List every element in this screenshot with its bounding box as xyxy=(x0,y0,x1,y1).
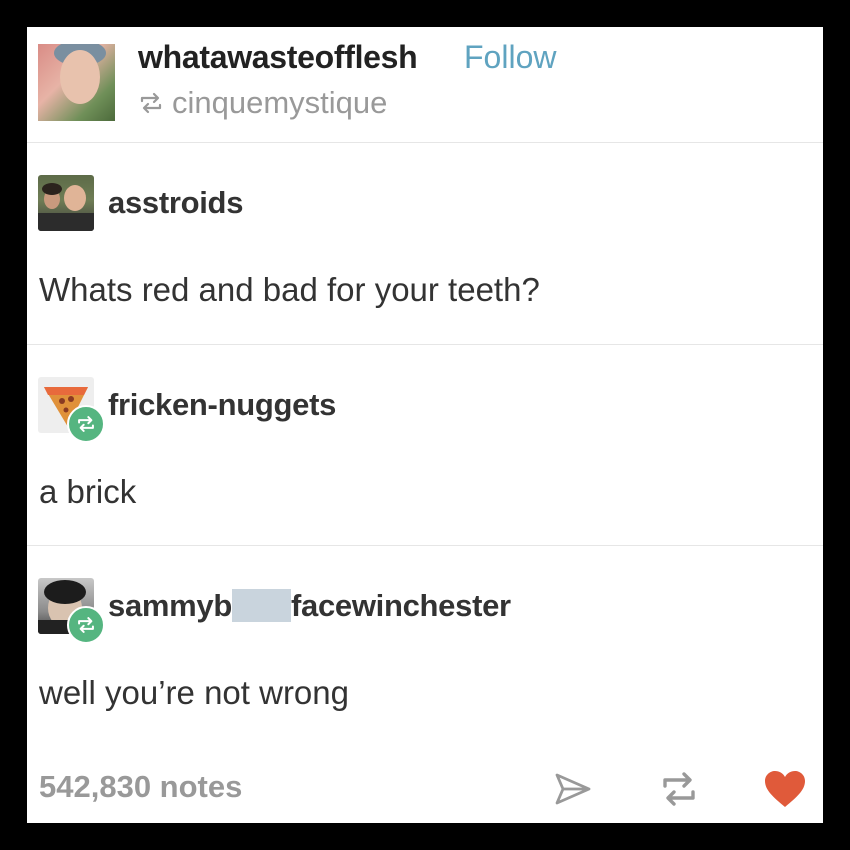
entry-text: a brick xyxy=(39,473,137,510)
entry-username[interactable]: fricken-nuggets xyxy=(108,387,336,423)
reblog-entry: sammyb facewinchester well you’re not wro… xyxy=(27,546,823,758)
reblogged-from[interactable]: cinquemystique xyxy=(138,85,387,121)
reblog-badge-icon xyxy=(67,606,105,644)
avatar[interactable] xyxy=(38,578,105,644)
heart-icon xyxy=(765,771,805,807)
redaction-box xyxy=(232,589,291,622)
post-footer: 542,830 notes xyxy=(27,759,823,823)
entry-username[interactable]: asstroids xyxy=(108,185,243,221)
share-button[interactable] xyxy=(551,767,595,811)
entry-text: Whats red and bad for your teeth? xyxy=(39,271,540,308)
reblogged-from-username: cinquemystique xyxy=(172,85,388,120)
reblog-icon xyxy=(663,772,695,806)
reblog-entry: fricken-nuggets a brick xyxy=(27,345,823,546)
entry-text: well you’re not wrong xyxy=(39,674,349,711)
username-prefix: sammyb xyxy=(108,588,232,623)
like-button[interactable] xyxy=(763,767,807,811)
reblog-button[interactable] xyxy=(657,767,701,811)
reblog-entry: asstroids Whats red and bad for your tee… xyxy=(27,143,823,345)
reblog-badge-icon xyxy=(67,405,105,443)
entry-username[interactable]: sammyb facewinchester xyxy=(108,588,511,624)
avatar[interactable] xyxy=(38,377,105,443)
username-suffix: facewinchester xyxy=(291,588,511,623)
share-icon xyxy=(555,773,591,805)
post-card: whatawasteofflesh Follow cinquemystique … xyxy=(27,27,823,823)
avatar[interactable] xyxy=(38,175,94,231)
notes-count[interactable]: 542,830 notes xyxy=(39,769,242,805)
reblog-icon xyxy=(140,92,162,114)
follow-button[interactable]: Follow xyxy=(464,39,556,76)
poster-username[interactable]: whatawasteofflesh xyxy=(138,39,418,76)
post-header: whatawasteofflesh Follow cinquemystique xyxy=(27,27,823,143)
poster-avatar[interactable] xyxy=(38,44,115,121)
